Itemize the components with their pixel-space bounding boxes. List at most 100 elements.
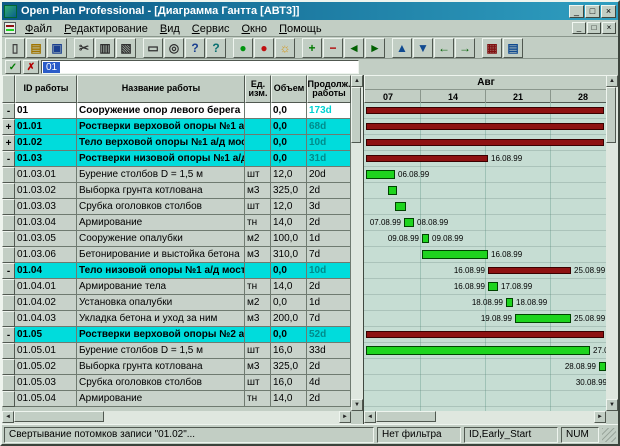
gantt-bar-task[interactable] [395,202,406,211]
unlink-activities-icon[interactable]: ► [365,38,385,58]
gantt-bar-task[interactable] [366,346,590,355]
scrollbar-track[interactable] [351,87,363,399]
context-help-icon[interactable]: ? [206,38,226,58]
table-row[interactable]: -01.04Тело низовой опоры №1 а/д моста0,0… [2,263,351,279]
minimize-button[interactable]: _ [569,5,584,18]
scrollbar-track[interactable] [606,87,618,399]
move-down-icon[interactable]: ▼ [413,38,433,58]
gantt-bar-task[interactable] [506,298,513,307]
gantt-vertical-scrollbar[interactable]: ▲ ▼ [606,75,618,411]
table-row[interactable]: -01Сооружение опор левого берега0,0173d [2,103,351,119]
time-analysis-icon[interactable]: ● [233,38,253,58]
print-preview-icon[interactable]: ◎ [164,38,184,58]
save-icon[interactable]: ▣ [47,38,67,58]
scroll-down-icon[interactable]: ▼ [606,399,618,411]
gantt-bar-summary[interactable] [366,107,604,114]
table-row[interactable]: 01.03.02Выборка грунта котлованам3325,02… [2,183,351,199]
expand-toggle[interactable]: + [2,135,15,151]
table-row[interactable]: 01.04.03Укладка бетона и уход за нимм320… [2,311,351,327]
cell-edit-input[interactable]: 01 [41,60,359,74]
scrollbar-thumb[interactable] [14,411,104,422]
column-header-volume[interactable]: Объем [271,75,307,103]
close-button[interactable]: × [601,5,616,18]
expand-toggle[interactable]: - [2,263,15,279]
table-row[interactable]: 01.05.02Выборка грунта котлованам3325,02… [2,359,351,375]
column-header-duration[interactable]: Продолж. работы [307,75,351,103]
gantt-bar-summary[interactable] [366,123,604,130]
gantt-bar-task[interactable] [515,314,571,323]
confirm-icon[interactable]: ✓ [5,60,21,74]
resource-analysis-icon[interactable]: ● [254,38,274,58]
gantt-bar-task[interactable] [422,234,429,243]
table-row[interactable]: -01.03Ростверки низовой опоры №1 а/д м0,… [2,151,351,167]
menu-item-окно[interactable]: Окно [235,22,273,36]
expand-toggle[interactable]: + [2,119,15,135]
table-row[interactable]: 01.03.06Бетонирование и выстойка бетонам… [2,247,351,263]
scroll-down-icon[interactable]: ▼ [351,399,363,411]
column-header-name[interactable]: Название работы [77,75,245,103]
move-up-icon[interactable]: ▲ [392,38,412,58]
cut-icon[interactable]: ✂ [74,38,94,58]
table-row[interactable]: -01.05Ростверки верховой опоры №2 а/д0,0… [2,327,351,343]
scroll-up-icon[interactable]: ▲ [606,75,618,87]
table-row[interactable]: 01.04.02Установка опалубким20,01d [2,295,351,311]
table-row[interactable]: 01.03.01Бурение столбов D = 1,5 мшт12,02… [2,167,351,183]
gantt-horizontal-scrollbar[interactable]: ◄ ► [364,411,606,424]
new-document-icon[interactable]: ▯ [5,38,25,58]
document-icon[interactable] [4,22,16,34]
column-header-unit[interactable]: Ед. изм. [245,75,271,103]
restore-button[interactable]: □ [585,5,600,18]
mdi-restore-button[interactable]: □ [587,22,601,34]
table-row[interactable]: +01.02Тело верховой опоры №1 а/д моста0,… [2,135,351,151]
cost-analysis-icon[interactable]: ☼ [275,38,295,58]
gantt-bar-task[interactable] [366,170,395,179]
gantt-bar-summary[interactable] [366,331,604,338]
table-row[interactable]: 01.03.03Срубка оголовков столбовшт12,03d [2,199,351,215]
gantt-bar-task[interactable] [599,362,606,371]
open-folder-icon[interactable]: ▤ [26,38,46,58]
gantt-bar-summary[interactable] [366,155,488,162]
scrollbar-thumb[interactable] [606,87,616,143]
menu-item-файл[interactable]: Файл [19,22,58,36]
table-row[interactable]: 01.04.01Армирование телатн14,02d [2,279,351,295]
gantt-view-icon[interactable]: ▦ [482,38,502,58]
table-row[interactable]: 01.05.01Бурение столбов D = 1,5 мшт16,03… [2,343,351,359]
expand-toggle[interactable]: - [2,327,15,343]
table-row[interactable]: 01.03.05Сооружение опалубким2100,01d [2,231,351,247]
gantt-bar-summary[interactable] [366,139,604,146]
menu-item-сервис[interactable]: Сервис [186,22,236,36]
print-icon[interactable]: ▭ [143,38,163,58]
paste-icon[interactable]: ▧ [116,38,136,58]
scrollbar-thumb[interactable] [351,87,361,143]
menu-item-редактирование[interactable]: Редактирование [58,22,154,36]
gantt-bar-task[interactable] [422,250,488,259]
cancel-icon[interactable]: ✗ [23,60,39,74]
table-horizontal-scrollbar[interactable]: ◄ ► [2,411,351,424]
scroll-right-icon[interactable]: ► [339,411,351,423]
scroll-left-icon[interactable]: ◄ [2,411,14,423]
table-view-icon[interactable]: ▤ [503,38,523,58]
delete-activity-icon[interactable]: − [323,38,343,58]
outdent-icon[interactable]: ← [434,38,454,58]
expand-toggle[interactable]: - [2,103,15,119]
gantt-bar-task[interactable] [404,218,414,227]
scroll-up-icon[interactable]: ▲ [351,75,363,87]
resize-grip[interactable] [602,428,616,442]
help-icon[interactable]: ? [185,38,205,58]
menu-item-вид[interactable]: Вид [154,22,186,36]
add-activity-icon[interactable]: + [302,38,322,58]
column-header-id[interactable]: ID работы [15,75,77,103]
table-row[interactable]: 01.05.04Армированиетн14,02d [2,391,351,407]
indent-icon[interactable]: → [455,38,475,58]
table-row[interactable]: +01.01Ростверки верховой опоры №1 а/д0,0… [2,119,351,135]
menu-item-помощь[interactable]: Помощь [273,22,328,36]
link-activities-icon[interactable]: ◄ [344,38,364,58]
scrollbar-track[interactable] [376,411,594,424]
table-row[interactable]: 01.03.04Армированиетн14,02d [2,215,351,231]
scroll-left-icon[interactable]: ◄ [364,411,376,423]
mdi-close-button[interactable]: × [602,22,616,34]
copy-icon[interactable]: ▥ [95,38,115,58]
scroll-right-icon[interactable]: ► [594,411,606,423]
scrollbar-track[interactable] [14,411,339,424]
gantt-bar-summary[interactable] [488,267,571,274]
